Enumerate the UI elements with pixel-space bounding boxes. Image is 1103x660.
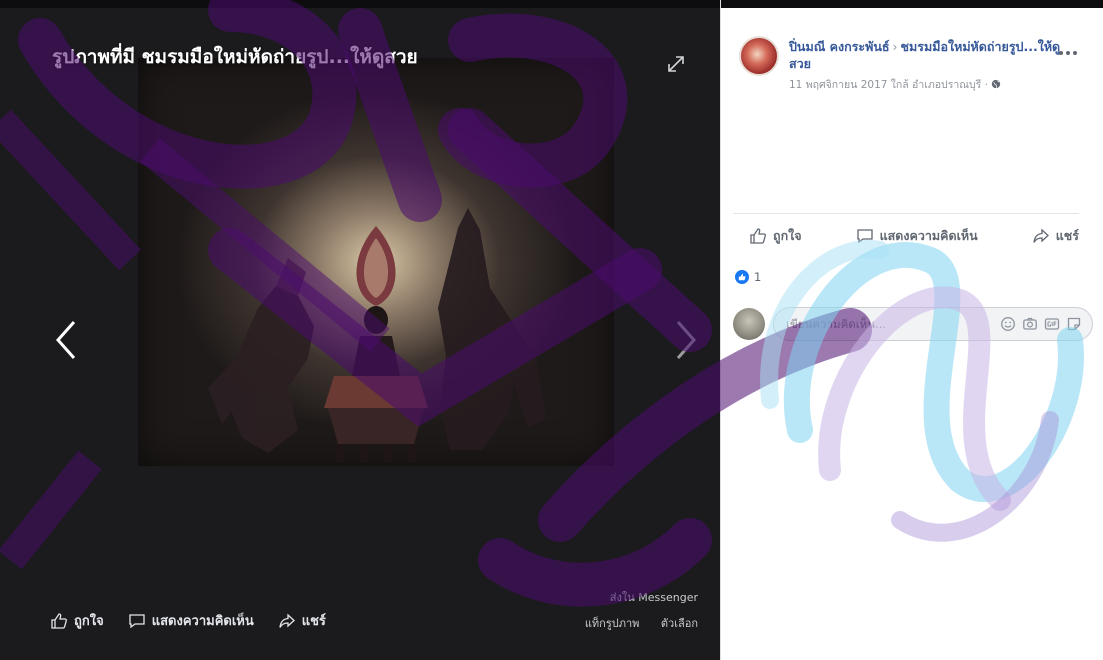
left-puppet-shape [208,258,314,453]
viewer-top-strip [0,0,720,8]
more-dots-icon[interactable] [1059,40,1081,55]
post-comment-button[interactable]: แสดงความคิดเห็น [856,226,978,246]
author-line: ปิ่นมณี คงกระพันธ์ › ชมรมมือใหม่หัดถ่ายรูป… [789,38,1071,72]
panel-top-strip [721,0,1103,8]
tag-photo-link[interactable]: แท็กรูปภาพ [585,617,640,630]
viewer-links: ส่งใน Messenger แท็กรูปภาพ ตัวเลือก [567,588,698,632]
chevron-left-icon [55,321,76,359]
viewer-share-button[interactable]: แชร์ [278,610,326,631]
emoji-icon[interactable] [1000,316,1016,332]
post-meta: 11 พฤศจิกายน 2017 ใกล้ อำเภอปราณบุรี · [789,76,1071,93]
comment-composer [733,307,1097,341]
author-separator: › [892,39,898,54]
post-share-label: แชร์ [1055,228,1079,243]
author-name-link[interactable]: ปิ่นมณี คงกระพันธ์ [789,39,890,54]
comment-bubble-icon [856,229,873,244]
camera-icon[interactable] [1022,316,1038,332]
comment-bubble-icon [129,613,145,628]
thumbs-up-icon [51,612,67,629]
panel-divider [733,213,1079,214]
photo[interactable] [138,58,614,466]
post-like-label: ถูกใจ [773,228,802,243]
post-header: ปิ่นมณี คงกระพันธ์ › ชมรมมือใหม่หัดถ่ายรูป… [789,38,1071,93]
share-arrow-icon [1033,228,1049,243]
chevron-right-icon [676,321,697,359]
author-avatar[interactable] [739,36,779,76]
post-like-button[interactable]: ถูกใจ [749,226,802,246]
viewer-like-button[interactable]: ถูกใจ [50,610,104,631]
comment-input[interactable] [786,317,1000,331]
viewer-share-label: แชร์ [301,614,326,629]
next-photo-button[interactable] [674,318,698,362]
thumbs-up-icon [750,228,766,244]
share-arrow-icon [279,613,295,628]
viewer-comment-button[interactable]: แสดงความคิดเห็น [128,610,254,631]
post-actions: ถูกใจ แสดงความคิดเห็น แชร์ [749,226,1079,246]
expand-icon[interactable] [664,52,688,76]
post-share-button[interactable]: แชร์ [1032,226,1079,246]
comment-box[interactable] [773,307,1093,341]
like-reaction-icon [735,270,749,284]
reaction-count-value: 1 [754,270,762,284]
post-timestamp[interactable]: 11 พฤศจิกายน 2017 ใกล้ อำเภอปราณบุรี · [789,79,991,91]
viewer-comment-label: แสดงความคิดเห็น [151,614,254,629]
photo-viewer: รูปภาพที่มี ชมรมมือใหม่หัดถ่ายรูป...ให้ด… [0,0,720,660]
options-link[interactable]: ตัวเลือก [661,617,698,630]
post-side-panel: ปิ่นมณี คงกระพันธ์ › ชมรมมือใหม่หัดถ่ายรูป… [720,0,1103,660]
viewer-actions: ถูกใจ แสดงความคิดเห็น แชร์ [50,610,326,631]
viewer-avatar [733,308,765,340]
viewer-like-label: ถูกใจ [74,614,104,629]
send-in-messenger-link[interactable]: ส่งใน Messenger [610,591,698,604]
center-figure-shape [324,226,428,462]
shadow-puppet-photo [208,208,546,462]
reaction-summary[interactable]: 1 [735,270,761,284]
gif-icon[interactable] [1044,316,1060,332]
globe-icon [992,79,1001,89]
post-comment-label: แสดงความคิดเห็น [879,228,978,243]
comment-tools [1000,316,1082,332]
sticker-icon[interactable] [1066,316,1082,332]
photo-title: รูปภาพที่มี ชมรมมือใหม่หัดถ่ายรูป...ให้ด… [52,46,418,68]
right-puppet-shape [438,208,546,450]
previous-photo-button[interactable] [54,318,78,362]
